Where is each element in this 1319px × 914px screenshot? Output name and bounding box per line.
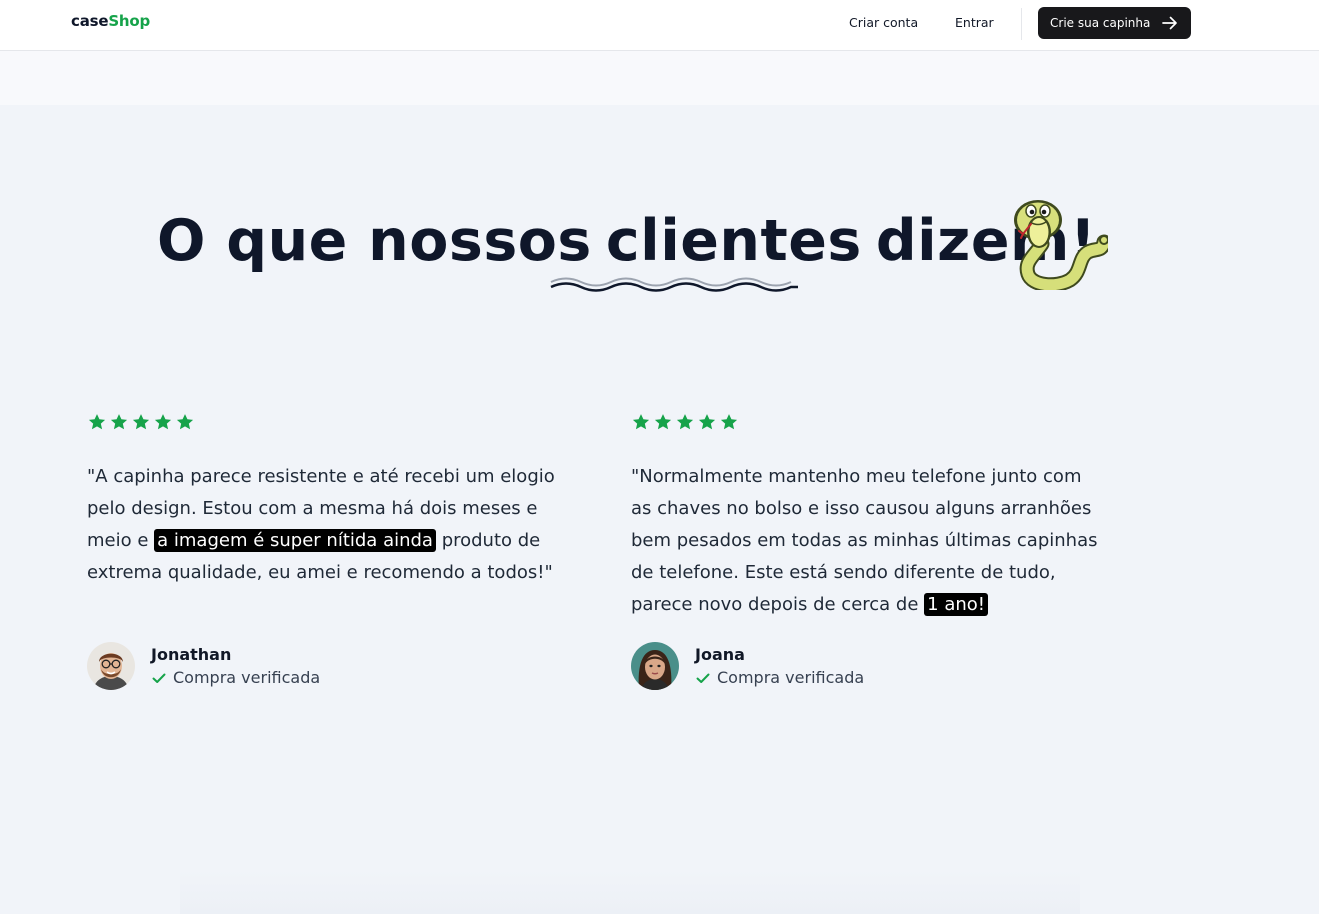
- avatar: [87, 642, 135, 690]
- star-icon: [676, 414, 694, 430]
- star-icon: [110, 414, 128, 430]
- star-icon: [88, 414, 106, 430]
- navbar: caseShop Criar conta Entrar Crie sua cap…: [0, 0, 1319, 51]
- login-link[interactable]: Entrar: [955, 15, 994, 30]
- verified-label: Compra verificada: [717, 668, 865, 687]
- top-band: [0, 51, 1319, 105]
- star-icon: [720, 414, 738, 430]
- rating-stars: [631, 412, 1101, 436]
- review-highlight: a imagem é super nítida ainda: [154, 529, 436, 552]
- review-text-start: "Normalmente mantenho meu telefone junto…: [631, 466, 1098, 615]
- author-name: Joana: [695, 645, 745, 664]
- review-text: "A capinha parece resistente e até receb…: [87, 461, 557, 589]
- logo-text-shop: Shop: [108, 12, 151, 30]
- logo-text-case: case: [71, 12, 109, 30]
- verified-purchase: Compra verificada: [695, 668, 864, 687]
- snake-mascot-icon: [1014, 200, 1108, 290]
- star-icon: [176, 414, 194, 430]
- heading-highlight: clientes: [605, 208, 862, 274]
- star-icon: [654, 414, 672, 430]
- squiggle-underline-icon: [550, 277, 798, 292]
- star-icon: [132, 414, 150, 430]
- star-icon: [698, 414, 716, 430]
- rating-stars: [87, 412, 557, 436]
- section-heading: O que nossos clientes dizem!: [157, 208, 1096, 274]
- star-icon: [632, 414, 650, 430]
- nav-divider: [1021, 8, 1022, 40]
- create-case-label: Crie sua capinha: [1050, 16, 1151, 30]
- arrow-right-icon: [1162, 16, 1177, 30]
- bottom-fade: [180, 870, 1080, 914]
- review-author: Jonathan Compra verificada: [87, 642, 320, 690]
- check-icon: [152, 673, 166, 683]
- logo[interactable]: caseShop: [71, 12, 150, 30]
- star-icon: [154, 414, 172, 430]
- author-name: Jonathan: [151, 645, 232, 664]
- avatar: [631, 642, 679, 690]
- review-highlight: 1 ano!: [924, 593, 988, 616]
- create-case-button[interactable]: Crie sua capinha: [1038, 7, 1191, 39]
- check-icon: [696, 673, 710, 683]
- heading-part1: O que nossos: [157, 208, 592, 274]
- review-card: "Normalmente mantenho meu telefone junto…: [631, 412, 1101, 690]
- review-card: "A capinha parece resistente e até receb…: [87, 412, 557, 690]
- review-author: Joana Compra verificada: [631, 642, 864, 690]
- review-text: "Normalmente mantenho meu telefone junto…: [631, 461, 1101, 621]
- verified-purchase: Compra verificada: [151, 668, 320, 687]
- signup-link[interactable]: Criar conta: [849, 15, 918, 30]
- verified-label: Compra verificada: [173, 668, 321, 687]
